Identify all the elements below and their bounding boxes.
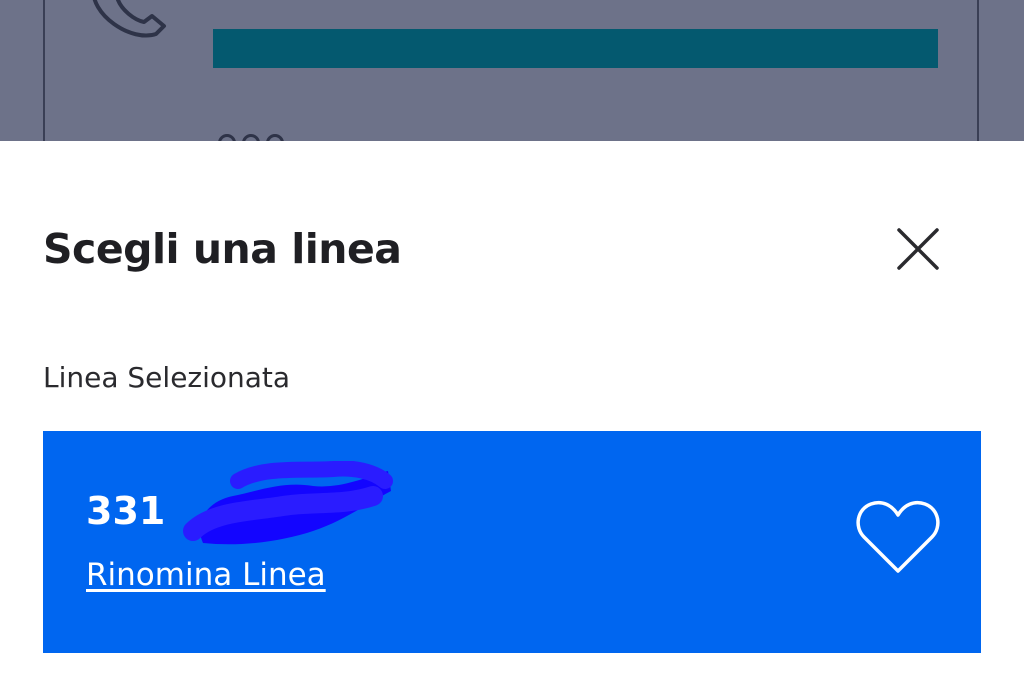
phone-icon — [92, 0, 166, 38]
close-button[interactable] — [890, 221, 946, 277]
rename-line-link[interactable]: Rinomina Linea — [86, 557, 326, 593]
line-picker-sheet: Scegli una linea Linea Selezionata 331 R… — [0, 141, 1024, 677]
close-icon — [897, 228, 939, 270]
background-bar — [213, 29, 938, 68]
line-number: 331 — [86, 489, 166, 533]
selected-line-card[interactable]: 331 Rinomina Linea — [43, 431, 981, 653]
sheet-title: Scegli una linea — [43, 225, 402, 273]
background-overlay — [0, 0, 1024, 142]
background-card — [43, 0, 979, 142]
redaction-scribble — [183, 461, 393, 545]
section-label: Linea Selezionata — [43, 361, 291, 394]
heart-outline-icon[interactable] — [855, 497, 941, 577]
